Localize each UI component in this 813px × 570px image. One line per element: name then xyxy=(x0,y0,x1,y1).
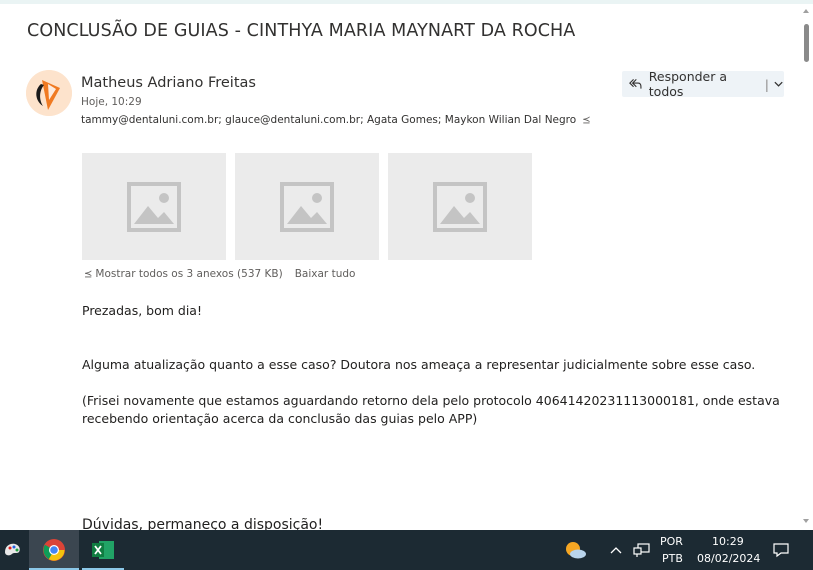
taskbar-paint[interactable] xyxy=(0,530,26,570)
tray-network[interactable] xyxy=(630,530,654,570)
body-line-2: (Frisei novamente que estamos aguardando… xyxy=(82,393,780,408)
scrollbar[interactable] xyxy=(800,4,813,530)
reply-all-button[interactable]: Responder a todos | xyxy=(622,69,784,99)
weather-icon xyxy=(566,542,586,559)
notification-icon xyxy=(773,543,789,558)
tray-notifications[interactable] xyxy=(766,530,796,570)
clock-date[interactable]: 08/02/2024 xyxy=(697,552,760,565)
email-subject: CONCLUSÃO DE GUIAS - CINTHYA MARIA MAYNA… xyxy=(27,21,576,41)
tray-show-hidden[interactable] xyxy=(606,530,626,570)
taskbar-weather[interactable] xyxy=(560,530,590,570)
reply-all-label: Responder a todos xyxy=(648,69,728,99)
recipients-text: tammy@dentaluni.com.br; glauce@dentaluni… xyxy=(81,114,577,126)
email-date: Hoje, 10:29 xyxy=(81,96,142,108)
clock-time[interactable]: 10:29 xyxy=(712,535,744,548)
image-placeholder-icon xyxy=(433,181,487,232)
body-line-3: recebendo orientação acerca da conclusão… xyxy=(82,411,478,426)
body-line-1: Alguma atualização quanto a esse caso? D… xyxy=(82,357,756,372)
show-all-attachments-link[interactable]: Mostrar todos os 3 anexos (537 KB) xyxy=(95,268,282,280)
attachments-bar: ⪯ Mostrar todos os 3 anexos (537 KB) Bai… xyxy=(84,268,355,280)
download-all-link[interactable]: Baixar tudo xyxy=(295,268,356,280)
scroll-up-arrow-icon[interactable] xyxy=(803,9,809,13)
chevron-up-icon xyxy=(610,547,622,554)
attachment-thumbnail-3[interactable] xyxy=(388,153,532,260)
avatar-logo-icon xyxy=(26,70,72,116)
scroll-down-arrow-icon[interactable] xyxy=(803,519,809,523)
double-chevron-down-icon[interactable]: ⪯ xyxy=(84,269,92,280)
paint-icon xyxy=(5,543,20,556)
reply-separator: | xyxy=(764,76,769,92)
taskbar-chrome[interactable] xyxy=(29,530,79,570)
network-icon xyxy=(633,543,650,557)
language-indicator-top[interactable]: POR xyxy=(660,535,683,548)
attachment-thumbnail-2[interactable] xyxy=(235,153,379,260)
sender-avatar[interactable] xyxy=(26,70,72,116)
window-top-strip xyxy=(0,0,813,4)
attachment-thumbnail-1[interactable] xyxy=(82,153,226,260)
body-greeting: Prezadas, bom dia! xyxy=(82,303,202,318)
taskbar-excel[interactable] xyxy=(82,530,124,570)
chevron-down-icon[interactable] xyxy=(773,78,784,90)
language-indicator-bottom[interactable]: PTB xyxy=(662,552,683,565)
expand-recipients-icon[interactable]: ⪯ xyxy=(582,115,590,126)
image-placeholder-icon xyxy=(280,181,334,232)
image-placeholder-icon xyxy=(127,181,181,232)
recipients-line[interactable]: tammy@dentaluni.com.br; glauce@dentaluni… xyxy=(81,114,591,126)
chrome-icon xyxy=(43,539,65,561)
scrollbar-thumb[interactable] xyxy=(804,24,809,62)
windows-taskbar: POR PTB 10:29 08/02/2024 xyxy=(0,530,813,570)
reply-all-icon xyxy=(629,78,642,89)
sender-name[interactable]: Matheus Adriano Freitas xyxy=(81,75,256,91)
excel-icon xyxy=(92,541,114,559)
